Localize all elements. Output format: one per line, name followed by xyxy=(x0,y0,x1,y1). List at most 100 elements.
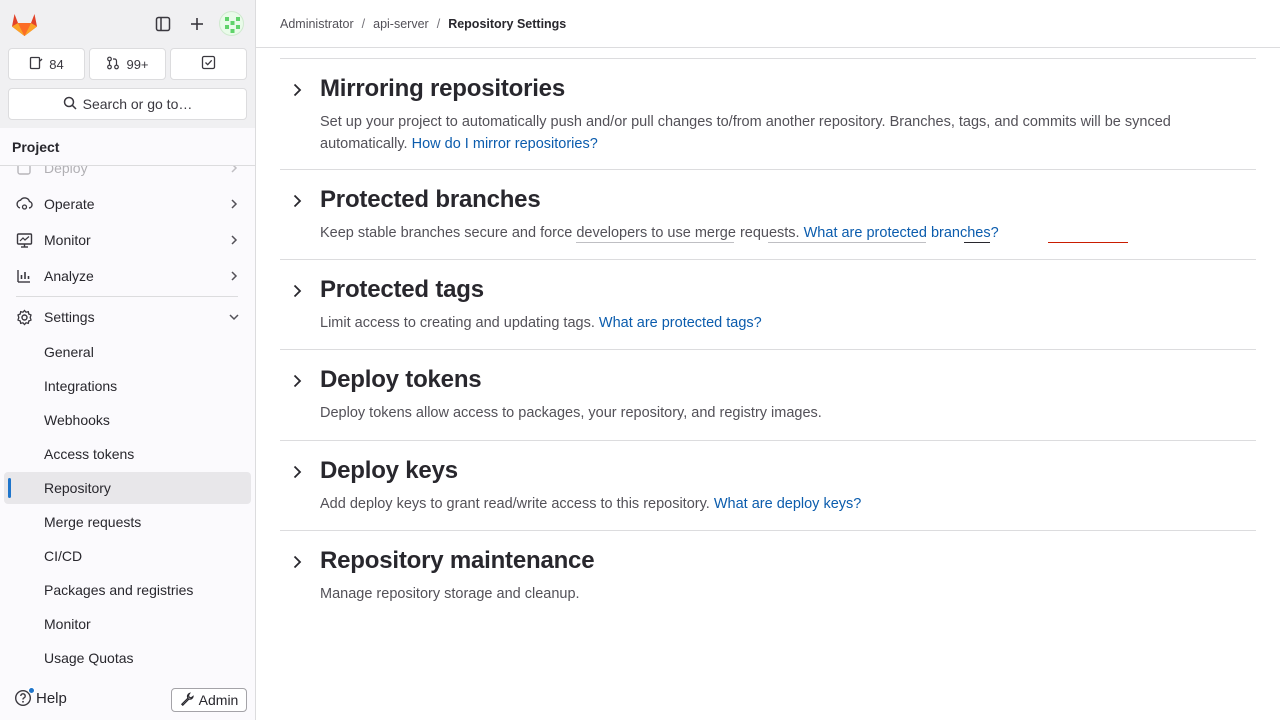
chevron-right-icon[interactable] xyxy=(288,81,306,99)
description-text: Deploy tokens allow access to packages, … xyxy=(320,405,822,421)
description-text: Limit access to creating and updating ta… xyxy=(320,315,595,331)
help-link[interactable]: How do I mirror repositories? xyxy=(412,136,598,152)
operate-icon xyxy=(15,195,33,213)
issues-icon xyxy=(29,56,43,73)
help-label: Help xyxy=(36,689,67,707)
wrench-icon xyxy=(180,691,194,709)
breadcrumb-current[interactable]: Repository Settings xyxy=(448,17,566,31)
chevron-right-icon xyxy=(231,166,238,173)
section-description: Deploy tokens allow access to packages, … xyxy=(320,402,1220,424)
sidebar-footer: Help Admin xyxy=(0,680,255,720)
issues-counter[interactable]: 84 xyxy=(8,48,85,80)
sidebar-item-label: Monitor xyxy=(44,232,91,248)
help-icon xyxy=(14,687,35,707)
collapse-overlay xyxy=(280,242,1256,260)
counter-row: 84 99+ xyxy=(8,48,247,80)
sidebar: 84 99+ Search or go to… Project Deploy O… xyxy=(0,0,256,720)
sidebar-item-label: Operate xyxy=(44,196,95,212)
section-description: Limit access to creating and updating ta… xyxy=(320,312,1220,334)
settings-icon xyxy=(15,308,33,326)
sidebar-subitem-integrations[interactable]: Integrations xyxy=(4,370,251,402)
sidebar-item-analyze[interactable]: Analyze xyxy=(4,260,251,292)
notification-dot xyxy=(28,687,35,694)
search-button[interactable]: Search or go to… xyxy=(8,88,247,120)
section-title[interactable]: Mirroring repositories xyxy=(320,75,565,103)
section-description: Manage repository storage and cleanup. xyxy=(320,583,1220,605)
section-deploy-tokens: Deploy tokens Deploy tokens allow access… xyxy=(280,349,1256,440)
deploy-icon xyxy=(15,166,33,177)
sidebar-subitem-webhooks[interactable]: Webhooks xyxy=(4,404,251,436)
breadcrumb-separator: / xyxy=(436,16,441,31)
gitlab-logo-icon[interactable] xyxy=(11,11,38,37)
sidebar-subitem-repository[interactable]: Repository xyxy=(4,472,251,504)
section-deploy-keys: Deploy keys Add deploy keys to grant rea… xyxy=(280,440,1256,530)
chevron-right-icon xyxy=(231,271,238,281)
chevron-right-icon[interactable] xyxy=(288,282,306,300)
sidebar-item-deploy[interactable]: Deploy xyxy=(4,166,251,184)
sidebar-item-label: Settings xyxy=(44,309,95,325)
sidebar-subitem-ci-cd[interactable]: CI/CD xyxy=(4,540,251,572)
sidebar-item-settings[interactable]: Settings xyxy=(4,301,251,333)
sidebar-section-title: Project xyxy=(0,128,255,166)
sidebar-subitem-monitor[interactable]: Monitor xyxy=(4,608,251,640)
section-title[interactable]: Protected tags xyxy=(320,276,484,304)
section-title[interactable]: Deploy tokens xyxy=(320,366,482,394)
section-description: Set up your project to automatically pus… xyxy=(320,111,1220,155)
breadcrumb-separator: / xyxy=(361,16,366,31)
sidebar-subitem-general[interactable]: General xyxy=(4,336,251,368)
description-text: Manage repository storage and cleanup. xyxy=(320,586,580,602)
sidebar-item-operate[interactable]: Operate xyxy=(4,188,251,220)
ghost-bar xyxy=(768,242,926,243)
chevron-right-icon xyxy=(231,235,238,245)
section-description: Keep stable branches secure and force de… xyxy=(320,222,1220,244)
ghost-bar xyxy=(1048,242,1128,243)
search-icon xyxy=(63,96,77,113)
sidebar-subitem-packages-registries[interactable]: Packages and registries xyxy=(4,574,251,606)
section-protected-tags: Protected tags Limit access to creating … xyxy=(280,259,1256,349)
sidebar-item-label: Analyze xyxy=(44,268,94,284)
todo-icon xyxy=(201,55,216,73)
help-link[interactable]: What are deploy keys? xyxy=(714,496,862,512)
chevron-right-icon[interactable] xyxy=(288,553,306,571)
monitor-icon xyxy=(15,231,33,249)
admin-label: Admin xyxy=(198,692,239,708)
chevron-right-icon xyxy=(231,199,238,209)
admin-button[interactable]: Admin xyxy=(171,688,247,712)
sidebar-item-monitor[interactable]: Monitor xyxy=(4,224,251,256)
merge-requests-counter[interactable]: 99+ xyxy=(89,48,166,80)
sidebar-nav: Deploy Operate Monitor Analyze Settings … xyxy=(0,166,255,676)
merge-requests-count: 99+ xyxy=(126,56,149,72)
chevron-right-icon[interactable] xyxy=(288,372,306,390)
section-mirroring-repositories: Mirroring repositories Set up your proje… xyxy=(280,58,1256,169)
help-button[interactable]: Help xyxy=(14,687,67,707)
sidebar-subitem-usage-quotas[interactable]: Usage Quotas xyxy=(4,642,251,674)
sidebar-subitem-merge-requests[interactable]: Merge requests xyxy=(4,506,251,538)
section-title[interactable]: Repository maintenance xyxy=(320,547,595,575)
ghost-bar xyxy=(576,242,734,243)
description-text: Keep stable branches secure and force de… xyxy=(320,225,800,241)
analyze-icon xyxy=(15,267,33,285)
chevron-right-icon[interactable] xyxy=(288,463,306,481)
nav-divider xyxy=(16,296,238,297)
chevron-right-icon[interactable] xyxy=(288,192,306,210)
ghost-bar xyxy=(964,242,990,243)
help-link[interactable]: What are protected branches? xyxy=(804,225,999,241)
sidebar-toggle-icon[interactable] xyxy=(151,12,175,36)
sidebar-subitem-access-tokens[interactable]: Access tokens xyxy=(4,438,251,470)
breadcrumb-item-project[interactable]: api-server xyxy=(373,17,429,31)
user-avatar[interactable] xyxy=(219,11,244,36)
section-repository-maintenance: Repository maintenance Manage repository… xyxy=(280,530,1256,620)
breadcrumb-item-administrator[interactable]: Administrator xyxy=(280,17,354,31)
sidebar-item-label: Deploy xyxy=(44,166,88,176)
section-description: Add deploy keys to grant read/write acce… xyxy=(320,493,1220,515)
search-label: Search or go to… xyxy=(82,96,193,112)
issues-count: 84 xyxy=(49,56,64,72)
section-title[interactable]: Deploy keys xyxy=(320,457,458,485)
description-text: Add deploy keys to grant read/write acce… xyxy=(320,496,710,512)
settings-sections: Mirroring repositories Set up your proje… xyxy=(280,58,1256,620)
merge-request-icon xyxy=(106,56,120,73)
plus-icon[interactable] xyxy=(185,12,209,36)
section-title[interactable]: Protected branches xyxy=(320,186,541,214)
help-link[interactable]: What are protected tags? xyxy=(599,315,762,331)
todos-counter[interactable] xyxy=(170,48,247,80)
